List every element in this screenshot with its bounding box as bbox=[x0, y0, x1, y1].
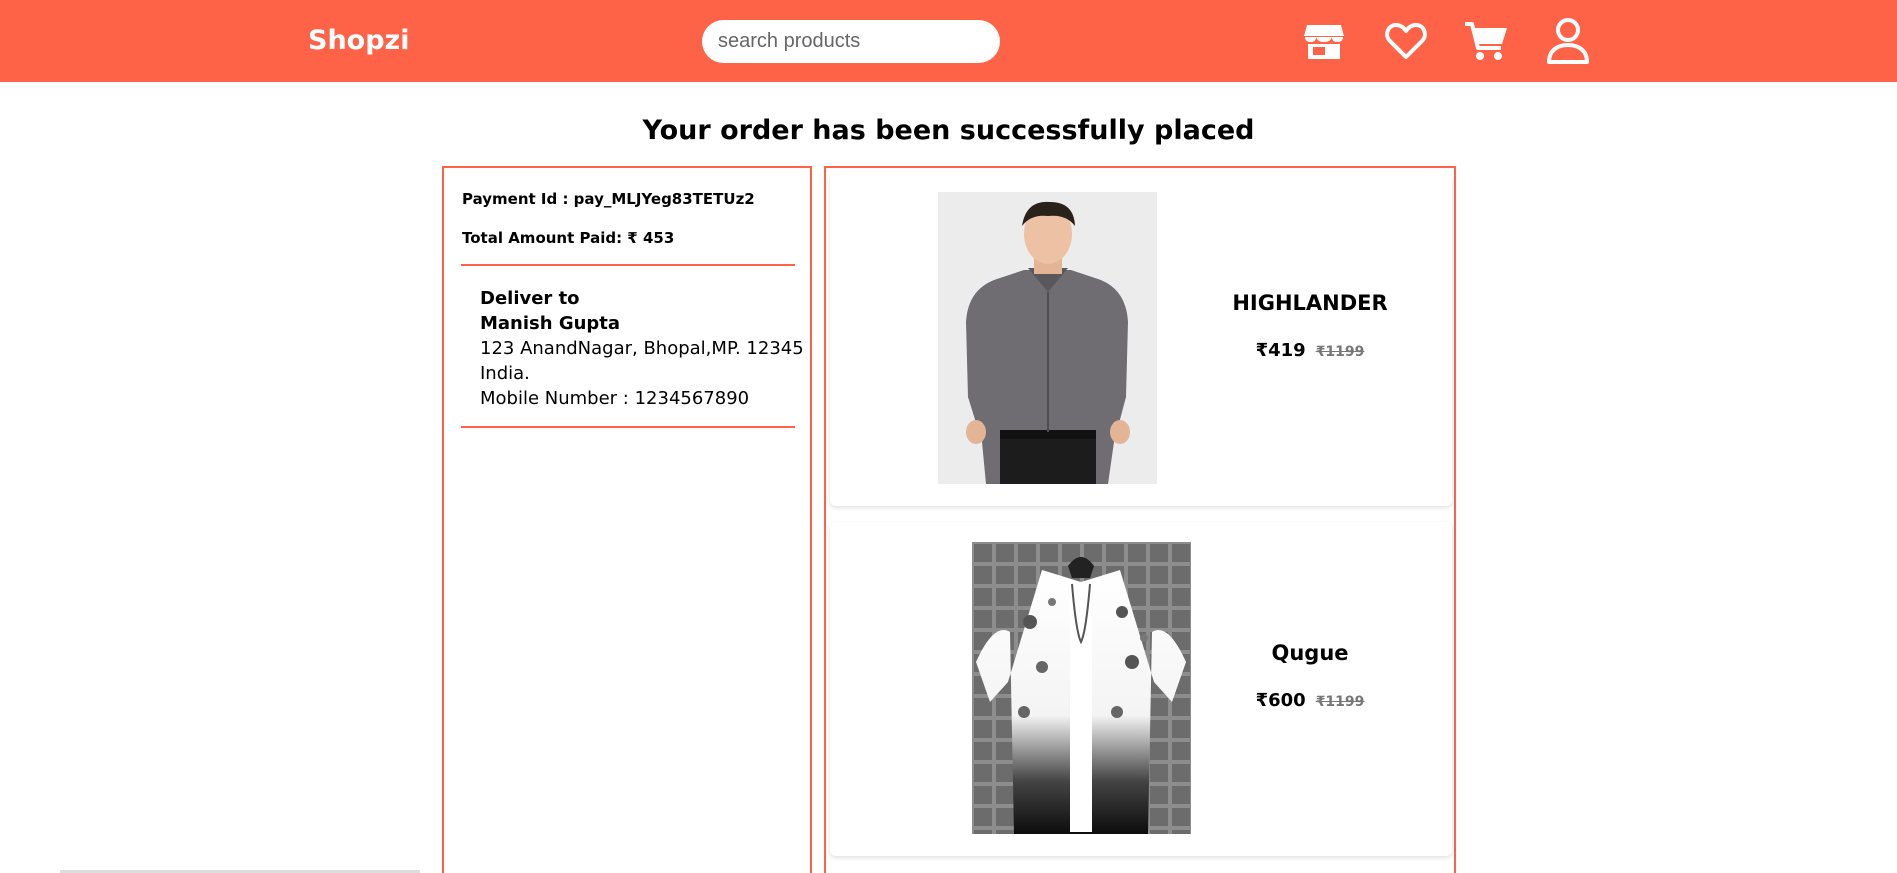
order-item-card[interactable]: Qugue ₹600 ₹1199 bbox=[830, 522, 1452, 856]
divider bbox=[461, 264, 795, 266]
product-price-row: ₹600 ₹1199 bbox=[1210, 690, 1410, 711]
ordered-items-panel: HIGHLANDER ₹419 ₹1199 Qugue ₹600 ₹1199 bbox=[824, 166, 1456, 873]
product-price-row: ₹419 ₹1199 bbox=[1210, 340, 1410, 361]
deliver-to-label: Deliver to bbox=[480, 288, 580, 309]
heart-icon[interactable] bbox=[1383, 16, 1429, 66]
store-icon[interactable] bbox=[1301, 16, 1347, 66]
floral-shirt-image[interactable] bbox=[972, 542, 1191, 834]
search-input[interactable] bbox=[702, 20, 1000, 63]
product-brand: Qugue bbox=[1271, 641, 1349, 665]
address-country: India. bbox=[480, 363, 530, 384]
divider bbox=[461, 426, 795, 428]
address-line: 123 AnandNagar, Bhopal,MP. 12345 bbox=[480, 338, 804, 359]
payment-id: Payment Id : pay_MLJYeg83TETUz2 bbox=[462, 190, 755, 208]
product-brand: HIGHLANDER bbox=[1232, 291, 1388, 315]
top-navbar: Shopzi bbox=[0, 0, 1897, 82]
page-title: Your order has been successfully placed bbox=[642, 115, 1255, 146]
mobile-number: Mobile Number : 1234567890 bbox=[480, 388, 750, 409]
product-mrp: ₹1199 bbox=[1315, 344, 1365, 360]
delivery-address: Deliver to Manish Gupta 123 AnandNagar, … bbox=[480, 286, 804, 411]
recipient-name: Manish Gupta bbox=[480, 313, 621, 334]
product-price: ₹419 bbox=[1255, 340, 1306, 361]
order-summary-panel: Payment Id : pay_MLJYeg83TETUz2 Total Am… bbox=[442, 166, 812, 873]
user-icon[interactable] bbox=[1545, 16, 1591, 66]
product-mrp: ₹1199 bbox=[1315, 694, 1365, 710]
grey-shirt-image[interactable] bbox=[938, 192, 1157, 484]
logo[interactable]: Shopzi bbox=[308, 25, 410, 56]
total-amount-paid: Total Amount Paid: ₹ 453 bbox=[462, 229, 675, 247]
cart-icon[interactable] bbox=[1463, 16, 1509, 66]
order-item-card[interactable]: HIGHLANDER ₹419 ₹1199 bbox=[830, 172, 1452, 506]
product-price: ₹600 bbox=[1255, 690, 1306, 711]
